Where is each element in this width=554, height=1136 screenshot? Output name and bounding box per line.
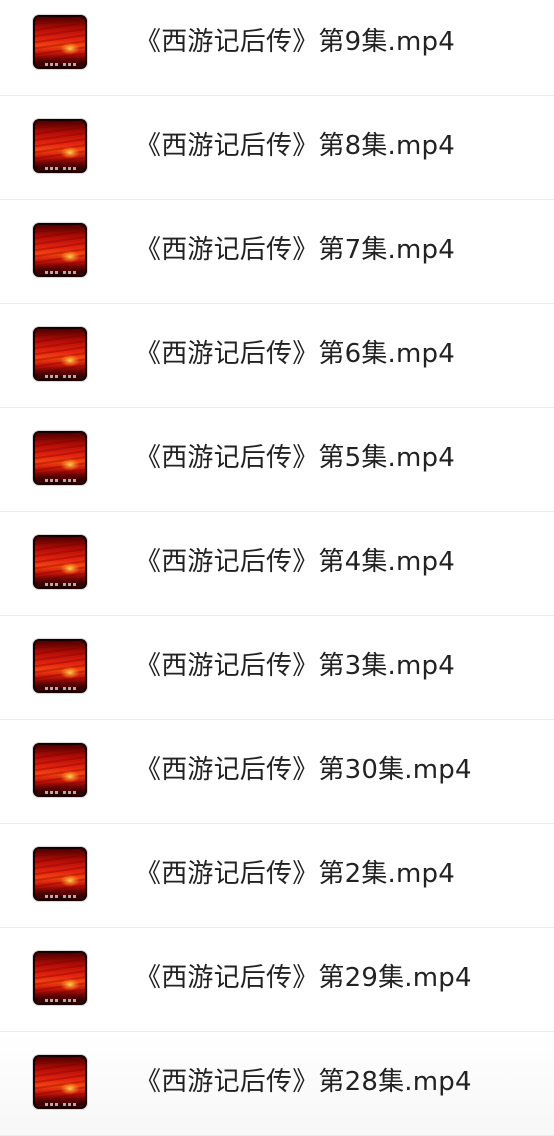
- file-list-item[interactable]: 《西游记后传》第4集.mp4: [0, 512, 554, 616]
- file-name: 《西游记后传》第6集.mp4: [135, 339, 455, 369]
- video-thumbnail-icon: [32, 638, 88, 694]
- file-name: 《西游记后传》第8集.mp4: [135, 131, 455, 161]
- video-thumbnail-icon: [32, 534, 88, 590]
- file-list-item[interactable]: 《西游记后传》第5集.mp4: [0, 408, 554, 512]
- file-name: 《西游记后传》第2集.mp4: [135, 859, 455, 889]
- video-thumbnail-icon: [32, 14, 88, 70]
- file-list-item[interactable]: 《西游记后传》第29集.mp4: [0, 928, 554, 1032]
- file-list-item[interactable]: 《西游记后传》第6集.mp4: [0, 304, 554, 408]
- video-thumbnail-icon: [32, 326, 88, 382]
- file-list-item[interactable]: 《西游记后传》第28集.mp4: [0, 1032, 554, 1136]
- video-thumbnail-icon: [32, 1054, 88, 1110]
- video-thumbnail-icon: [32, 846, 88, 902]
- video-thumbnail-icon: [32, 118, 88, 174]
- video-thumbnail-icon: [32, 950, 88, 1006]
- video-thumbnail-icon: [32, 222, 88, 278]
- file-name: 《西游记后传》第28集.mp4: [135, 1067, 472, 1097]
- video-thumbnail-icon: [32, 742, 88, 798]
- file-name: 《西游记后传》第9集.mp4: [135, 27, 455, 57]
- file-list-item[interactable]: 《西游记后传》第7集.mp4: [0, 200, 554, 304]
- file-list-item[interactable]: 《西游记后传》第8集.mp4: [0, 96, 554, 200]
- file-list-item[interactable]: 《西游记后传》第30集.mp4: [0, 720, 554, 824]
- file-list-item[interactable]: 《西游记后传》第3集.mp4: [0, 616, 554, 720]
- file-name: 《西游记后传》第29集.mp4: [135, 963, 472, 993]
- file-name: 《西游记后传》第3集.mp4: [135, 651, 455, 681]
- file-list-item[interactable]: 《西游记后传》第2集.mp4: [0, 824, 554, 928]
- file-name: 《西游记后传》第30集.mp4: [135, 755, 472, 785]
- file-list: 《西游记后传》第9集.mp4 《西游记后传》第8集.mp4 《西游记后传》第7集…: [0, 0, 554, 1136]
- video-thumbnail-icon: [32, 430, 88, 486]
- file-name: 《西游记后传》第5集.mp4: [135, 443, 455, 473]
- file-name: 《西游记后传》第4集.mp4: [135, 547, 455, 577]
- file-name: 《西游记后传》第7集.mp4: [135, 235, 455, 265]
- file-list-item[interactable]: 《西游记后传》第9集.mp4: [0, 0, 554, 96]
